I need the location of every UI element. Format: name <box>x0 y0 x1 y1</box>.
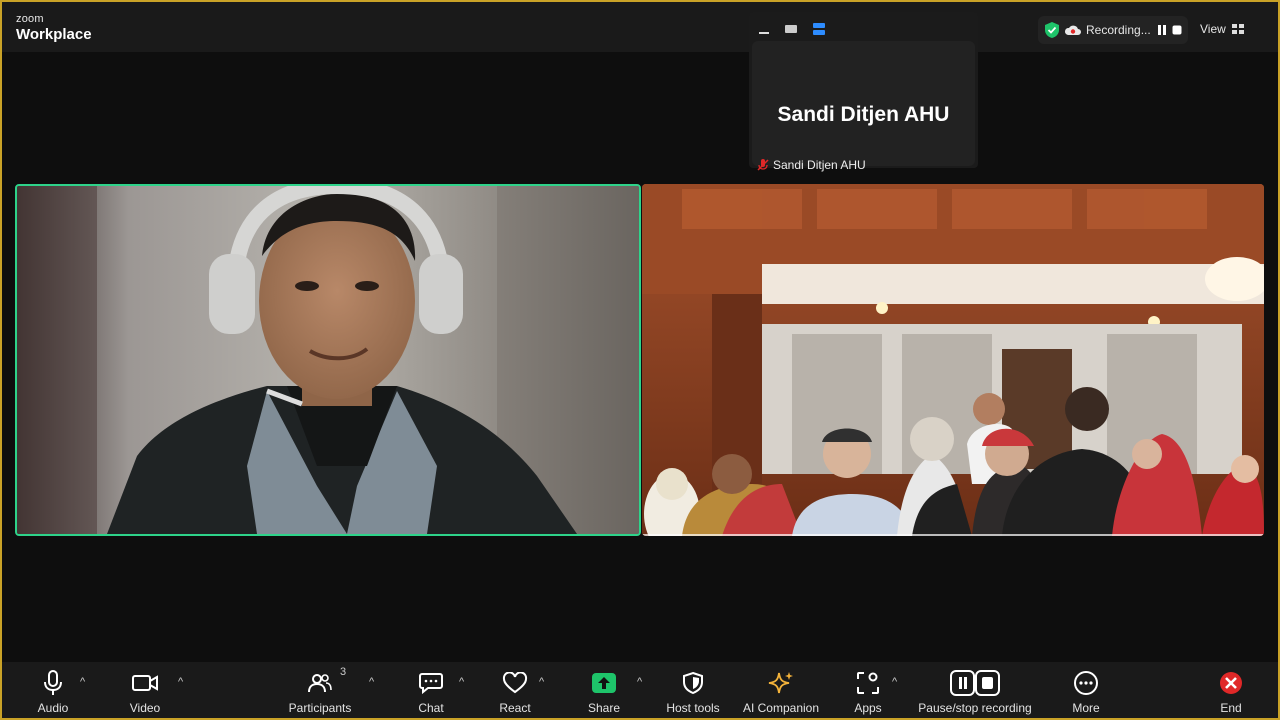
share-options-caret[interactable]: ^ <box>637 676 642 688</box>
participants-label: Participants <box>288 701 352 715</box>
self-name-tag: Sandi Ditjen AHU <box>773 158 866 172</box>
self-view-panel[interactable]: Sandi Ditjen AHU Sandi Ditjen AHU <box>749 12 978 172</box>
chat-icon <box>419 673 443 695</box>
audio-options-caret[interactable]: ^ <box>80 676 85 688</box>
participants-button[interactable]: 3 Participants <box>275 666 365 715</box>
react-label: React <box>499 701 531 715</box>
participants-icon <box>308 674 332 693</box>
logo-big: Workplace <box>16 26 92 43</box>
microphone-icon <box>44 670 62 695</box>
pause-stop-recording-button[interactable]: Pause/stop recording <box>910 668 1040 715</box>
ai-companion-label: AI Companion <box>742 701 820 715</box>
video-label: Video <box>129 701 161 715</box>
host-tools-button[interactable]: Host tools <box>648 668 738 715</box>
stop-recording-icon[interactable] <box>1171 24 1183 36</box>
host-shield-icon <box>683 671 703 695</box>
self-view-controls <box>757 18 827 40</box>
apps-label: Apps <box>854 701 882 715</box>
shield-check-icon <box>1045 22 1059 38</box>
more-label: More <box>1072 701 1100 715</box>
cloud-record-icon <box>1064 25 1081 35</box>
participant-video-room[interactable] <box>642 184 1264 536</box>
ai-companion-button[interactable]: AI Companion <box>736 668 826 715</box>
sparkle-icon <box>768 672 793 694</box>
grid-view-icon <box>1231 24 1244 34</box>
recording-label: Recording... <box>1086 23 1151 37</box>
more-button[interactable]: More <box>1041 668 1131 715</box>
split-tile-icon[interactable] <box>811 21 827 37</box>
end-call-icon <box>1220 672 1242 694</box>
end-label: End <box>1220 701 1242 715</box>
apps-button[interactable]: Apps <box>823 668 913 715</box>
participants-count: 3 <box>340 666 347 678</box>
view-label: View <box>1200 22 1226 36</box>
logo-small: zoom <box>16 13 44 25</box>
self-display-name: Sandi Ditjen AHU <box>777 103 950 126</box>
video-button[interactable]: Video <box>100 668 190 715</box>
chat-label: Chat <box>418 701 444 715</box>
end-button[interactable]: End <box>1186 668 1276 715</box>
participants-options-caret[interactable]: ^ <box>369 676 374 688</box>
single-tile-icon[interactable] <box>783 22 799 36</box>
speaker-video-frame <box>17 186 639 534</box>
participant-video-speaker[interactable] <box>15 184 641 536</box>
apps-icon <box>857 672 879 694</box>
react-options-caret[interactable]: ^ <box>539 676 544 688</box>
minimize-icon[interactable] <box>757 22 771 36</box>
host-tools-label: Host tools <box>666 701 720 715</box>
heart-icon <box>502 672 528 694</box>
share-screen-icon <box>592 673 616 693</box>
mic-muted-icon <box>757 159 769 171</box>
zoom-logo: zoom Workplace <box>16 13 92 43</box>
audio-label: Audio <box>37 701 69 715</box>
pause-stop-icon <box>950 670 1000 696</box>
bottom-toolbar: Audio ^ Video ^ 3 Participants ^ Chat ^ … <box>2 662 1278 718</box>
pause-recording-icon[interactable] <box>1157 24 1167 36</box>
chat-options-caret[interactable]: ^ <box>459 676 464 688</box>
apps-options-caret[interactable]: ^ <box>892 676 897 688</box>
more-icon <box>1074 671 1098 695</box>
share-button[interactable]: Share <box>559 668 649 715</box>
view-button[interactable]: View <box>1200 16 1245 42</box>
room-video-frame <box>642 184 1264 536</box>
video-options-caret[interactable]: ^ <box>178 676 183 688</box>
pause-stop-recording-label: Pause/stop recording <box>918 701 1032 715</box>
video-camera-icon <box>132 675 158 691</box>
react-button[interactable]: React <box>470 668 560 715</box>
share-label: Share <box>587 701 621 715</box>
self-video-tile[interactable]: Sandi Ditjen AHU <box>752 41 975 166</box>
recording-status[interactable]: Recording... <box>1038 16 1188 44</box>
